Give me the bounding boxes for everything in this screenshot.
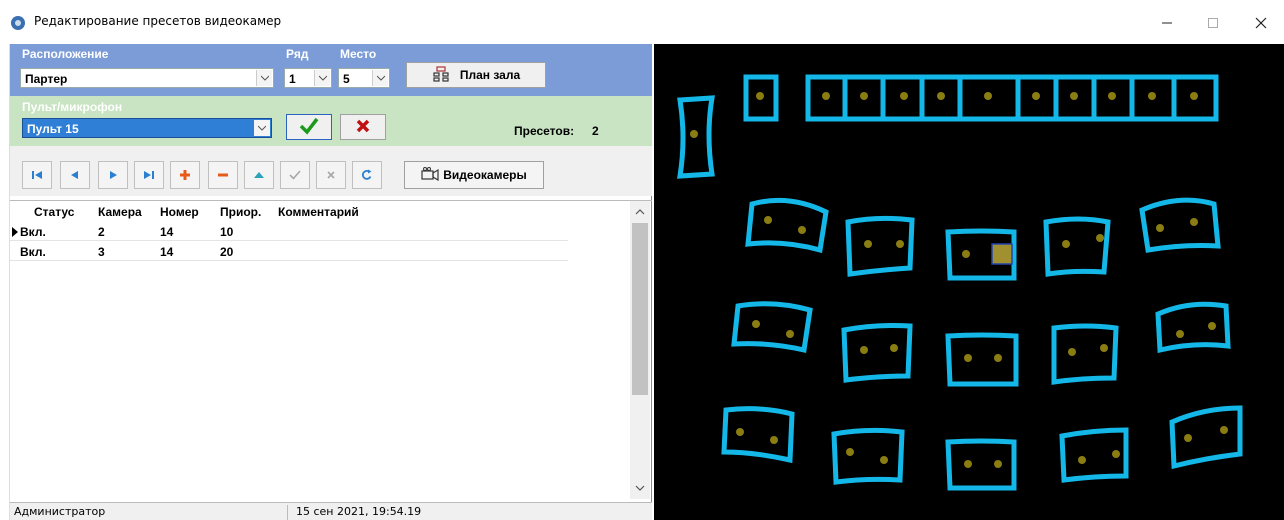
move-up-button[interactable] (244, 161, 274, 189)
vertical-scrollbar[interactable] (630, 201, 650, 499)
title-bar: Редактирование пресетов видеокамер (0, 0, 1284, 44)
column-header-priority[interactable]: Приор. (220, 205, 261, 219)
seat-r3-5[interactable] (1169, 405, 1243, 470)
cancel-icon (327, 171, 335, 179)
column-header-status[interactable]: Статус (34, 205, 74, 219)
chevron-down-icon[interactable] (256, 70, 272, 86)
scrollbar-thumb[interactable] (632, 223, 648, 395)
chevron-down-icon[interactable] (314, 70, 330, 86)
seat-r3-3[interactable] (945, 438, 1017, 491)
cell-priority[interactable]: 20 (220, 245, 233, 259)
last-icon (144, 171, 154, 179)
location-value: Партер (25, 72, 68, 86)
cell-number[interactable]: 14 (160, 225, 173, 239)
x-icon (356, 119, 370, 136)
status-datetime: 15 сен 2021, 19:54.19 (296, 505, 422, 518)
apply-icon (289, 170, 301, 180)
column-header-number[interactable]: Номер (160, 205, 199, 219)
microphone-label: Пульт/микрофон (22, 100, 123, 114)
seat-r2-5[interactable] (1155, 301, 1231, 354)
microphone-value: Пульт 15 (27, 122, 79, 136)
row-value: 1 (289, 72, 296, 86)
remove-icon (218, 173, 228, 177)
microphone-panel: Пульт/микрофон Пульт 15 Пресетов: 2 (10, 96, 652, 146)
scroll-down-icon[interactable] (633, 481, 647, 495)
row-label: Ряд (286, 47, 309, 61)
cameras-label: Видеокамеры (443, 168, 527, 182)
chevron-down-icon[interactable] (254, 120, 270, 136)
left-panel: Расположение Партер Ряд 1 Место 5 План з… (10, 44, 652, 520)
seat-r3-2[interactable] (831, 427, 905, 485)
minimize-icon[interactable] (1144, 8, 1190, 38)
seat-select[interactable]: 5 (338, 68, 390, 88)
seat-r1-1[interactable] (745, 197, 829, 254)
hall-plan-icon (432, 65, 450, 85)
cell-camera[interactable]: 3 (98, 245, 105, 259)
hall-map-canvas (677, 74, 1243, 491)
seat-label: Место (340, 47, 377, 61)
seat-r2-3[interactable] (945, 332, 1019, 387)
first-icon (32, 171, 42, 179)
refresh-button[interactable] (352, 161, 382, 189)
presets-count: 2 (592, 124, 599, 138)
status-user: Администратор (10, 505, 288, 520)
navigation-toolbar: Видеокамеры (10, 146, 652, 196)
hall-plan-label: План зала (459, 68, 521, 82)
check-icon (299, 117, 319, 138)
cell-status[interactable]: Вкл. (20, 225, 46, 239)
last-record-button[interactable] (134, 161, 164, 189)
presets-label: Пресетов: (514, 124, 575, 138)
location-select[interactable]: Партер (20, 68, 274, 88)
cell-status[interactable]: Вкл. (20, 245, 46, 259)
add-icon (180, 170, 190, 180)
location-label: Расположение (22, 47, 109, 61)
microphone-select[interactable]: Пульт 15 (22, 118, 272, 138)
app-icon (10, 15, 26, 31)
cancel-button[interactable] (340, 114, 386, 140)
refresh-icon (361, 169, 372, 180)
seat-r2-2[interactable] (841, 323, 913, 383)
prev-icon (71, 171, 78, 179)
seat-value: 5 (343, 72, 350, 86)
add-record-button[interactable] (170, 161, 200, 189)
cell-camera[interactable]: 2 (98, 225, 105, 239)
scroll-up-icon[interactable] (633, 205, 647, 219)
seat-r2-1[interactable] (731, 301, 813, 354)
window-title: Редактирование пресетов видеокамер (34, 14, 282, 28)
status-bar: Администратор 15 сен 2021, 19:54.19 (10, 502, 652, 520)
table-row[interactable]: Вкл. 3 14 20 (10, 241, 568, 261)
window-left-border (0, 44, 10, 520)
cell-priority[interactable]: 10 (220, 225, 233, 239)
first-record-button[interactable] (22, 161, 52, 189)
chevron-down-icon[interactable] (372, 70, 388, 86)
hall-plan-button[interactable]: План зала (406, 62, 546, 88)
seat-r3-1[interactable] (721, 406, 795, 464)
presets-table: Статус Камера Номер Приор. Комментарий В… (10, 200, 652, 499)
prev-record-button[interactable] (60, 161, 90, 189)
location-panel: Расположение Партер Ряд 1 Место 5 План з… (10, 44, 652, 96)
seat-r1-5[interactable] (1139, 197, 1221, 253)
seat-r2-4[interactable] (1051, 323, 1119, 385)
close-icon[interactable] (1238, 8, 1284, 38)
table-row[interactable]: Вкл. 2 14 10 (10, 221, 568, 241)
seat-r1-4[interactable] (1043, 216, 1111, 277)
confirm-button[interactable] (286, 114, 332, 140)
camera-icon (421, 166, 439, 184)
up-icon (254, 172, 264, 178)
cameras-button[interactable]: Видеокамеры (404, 161, 544, 189)
next-record-button[interactable] (98, 161, 128, 189)
selected-seat-marker[interactable] (991, 243, 1013, 265)
row-select[interactable]: 1 (284, 68, 332, 88)
column-header-comment[interactable]: Комментарий (278, 205, 359, 219)
apply-button[interactable] (280, 161, 310, 189)
maximize-icon[interactable] (1190, 8, 1236, 38)
hall-map[interactable] (654, 44, 1284, 520)
cell-number[interactable]: 14 (160, 245, 173, 259)
cancel-edit-button[interactable] (316, 161, 346, 189)
current-row-indicator-icon (12, 226, 18, 240)
remove-record-button[interactable] (208, 161, 238, 189)
next-icon (110, 171, 117, 179)
column-header-camera[interactable]: Камера (98, 205, 142, 219)
